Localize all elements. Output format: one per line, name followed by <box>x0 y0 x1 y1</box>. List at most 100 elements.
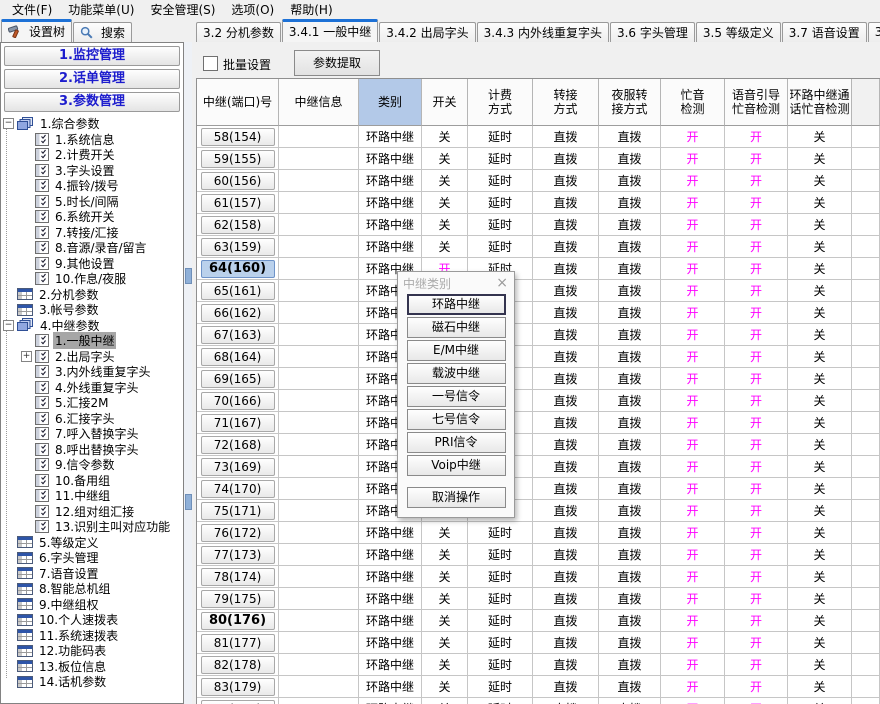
cell-night[interactable]: 直拨 <box>599 302 661 324</box>
cell-info[interactable] <box>279 148 359 170</box>
cell-voice_busy[interactable]: 开 <box>725 676 788 698</box>
cell-info[interactable] <box>279 280 359 302</box>
cell-no[interactable]: 62(158) <box>197 214 279 236</box>
cell-busy[interactable]: 开 <box>661 500 725 522</box>
cell-billing[interactable]: 延时 <box>468 566 533 588</box>
cell-billing[interactable]: 延时 <box>468 698 533 704</box>
cell-billing[interactable]: 延时 <box>468 148 533 170</box>
cell-info[interactable] <box>279 302 359 324</box>
tree-item-9.其他设置[interactable]: 9.其他设置 <box>1 256 183 272</box>
cell-voice_busy[interactable]: 开 <box>725 126 788 148</box>
cell-loop_busy[interactable]: 关 <box>788 566 852 588</box>
column-header-voice_busy[interactable]: 语音引导 忙音检测 <box>725 79 788 126</box>
cell-type[interactable]: 环路中继 <box>359 522 422 544</box>
cell-busy[interactable]: 开 <box>661 654 725 676</box>
cell-no[interactable]: 76(172) <box>197 522 279 544</box>
trunk-type-option-4[interactable]: 一号信令 <box>407 386 506 407</box>
cancel-operation-button[interactable]: 取消操作 <box>407 487 506 508</box>
cell-transfer[interactable]: 直拨 <box>533 126 599 148</box>
cell-type[interactable]: 环路中继 <box>359 654 422 676</box>
cell-voice_busy[interactable]: 开 <box>725 280 788 302</box>
cell-no[interactable]: 59(155) <box>197 148 279 170</box>
cell-info[interactable] <box>279 324 359 346</box>
cell-switch[interactable]: 关 <box>422 170 468 192</box>
cell-night[interactable]: 直拨 <box>599 412 661 434</box>
cell-loop_busy[interactable]: 关 <box>788 698 852 704</box>
cell-busy[interactable]: 开 <box>661 390 725 412</box>
cell-info[interactable] <box>279 368 359 390</box>
cell-info[interactable] <box>279 412 359 434</box>
cell-voice_busy[interactable]: 开 <box>725 544 788 566</box>
cell-info[interactable] <box>279 346 359 368</box>
cell-info[interactable] <box>279 456 359 478</box>
cell-switch[interactable]: 关 <box>422 654 468 676</box>
cell-transfer[interactable]: 直拨 <box>533 456 599 478</box>
cell-no[interactable]: 58(154) <box>197 126 279 148</box>
tab-search[interactable]: 搜索 <box>73 22 132 42</box>
tree-item-8.音源/录音/留言[interactable]: 8.音源/录音/留言 <box>1 240 183 256</box>
cell-info[interactable] <box>279 522 359 544</box>
cell-night[interactable]: 直拨 <box>599 456 661 478</box>
cell-busy[interactable]: 开 <box>661 214 725 236</box>
parameter-tab-4[interactable]: 3.6 字头管理 <box>610 22 695 42</box>
cell-transfer[interactable]: 直拨 <box>533 654 599 676</box>
cell-info[interactable] <box>279 434 359 456</box>
cell-type[interactable]: 环路中继 <box>359 610 422 632</box>
cell-night[interactable]: 直拨 <box>599 148 661 170</box>
trunk-port-button[interactable]: 84(180) <box>201 700 275 704</box>
cell-busy[interactable]: 开 <box>661 522 725 544</box>
cell-billing[interactable]: 延时 <box>468 610 533 632</box>
cell-switch[interactable]: 关 <box>422 214 468 236</box>
cell-billing[interactable]: 延时 <box>468 126 533 148</box>
trunk-type-option-1[interactable]: 磁石中继 <box>407 317 506 338</box>
cell-transfer[interactable]: 直拨 <box>533 324 599 346</box>
cell-busy[interactable]: 开 <box>661 302 725 324</box>
tree-item-11.中继组[interactable]: 11.中继组 <box>1 488 183 504</box>
tree-item-13.板位信息[interactable]: 13.板位信息 <box>1 659 183 675</box>
nav-button-1[interactable]: 1.监控管理 <box>4 46 180 66</box>
menu-item-2[interactable]: 安全管理(S) <box>142 0 223 20</box>
cell-loop_busy[interactable]: 关 <box>788 544 852 566</box>
cell-busy[interactable]: 开 <box>661 632 725 654</box>
cell-transfer[interactable]: 直拨 <box>533 390 599 412</box>
cell-night[interactable]: 直拨 <box>599 434 661 456</box>
cell-loop_busy[interactable]: 关 <box>788 412 852 434</box>
cell-switch[interactable]: 关 <box>422 544 468 566</box>
trunk-port-button[interactable]: 65(161) <box>201 282 275 300</box>
cell-voice_busy[interactable]: 开 <box>725 522 788 544</box>
cell-transfer[interactable]: 直拨 <box>533 500 599 522</box>
tree-item-10.备用组[interactable]: 10.备用组 <box>1 473 183 489</box>
cell-night[interactable]: 直拨 <box>599 346 661 368</box>
tree-item-9.信令参数[interactable]: 9.信令参数 <box>1 457 183 473</box>
trunk-port-button[interactable]: 79(175) <box>201 590 275 608</box>
cell-busy[interactable]: 开 <box>661 126 725 148</box>
trunk-port-button[interactable]: 81(177) <box>201 634 275 652</box>
tree-item-4.中继参数[interactable]: −4.中继参数 <box>1 318 183 334</box>
trunk-port-button[interactable]: 71(167) <box>201 414 275 432</box>
cell-no[interactable]: 68(164) <box>197 346 279 368</box>
tree-item-5.等级定义[interactable]: 5.等级定义 <box>1 535 183 551</box>
cell-night[interactable]: 直拨 <box>599 588 661 610</box>
column-header-transfer[interactable]: 转接 方式 <box>533 79 599 126</box>
tree-item-8.呼出替换字头[interactable]: 8.呼出替换字头 <box>1 442 183 458</box>
cell-no[interactable]: 80(176) <box>197 610 279 632</box>
tree-item-7.语音设置[interactable]: 7.语音设置 <box>1 566 183 582</box>
cell-transfer[interactable]: 直拨 <box>533 368 599 390</box>
trunk-type-option-7[interactable]: Voip中继 <box>407 455 506 476</box>
cell-no[interactable]: 61(157) <box>197 192 279 214</box>
cell-loop_busy[interactable]: 关 <box>788 632 852 654</box>
cell-voice_busy[interactable]: 开 <box>725 566 788 588</box>
cell-transfer[interactable]: 直拨 <box>533 588 599 610</box>
cell-type[interactable]: 环路中继 <box>359 698 422 704</box>
cell-switch[interactable]: 关 <box>422 236 468 258</box>
cell-loop_busy[interactable]: 关 <box>788 236 852 258</box>
cell-switch[interactable]: 关 <box>422 676 468 698</box>
cell-busy[interactable]: 开 <box>661 456 725 478</box>
cell-voice_busy[interactable]: 开 <box>725 258 788 280</box>
cell-info[interactable] <box>279 566 359 588</box>
cell-voice_busy[interactable]: 开 <box>725 368 788 390</box>
trunk-port-button[interactable]: 59(155) <box>201 150 275 168</box>
cell-billing[interactable]: 延时 <box>468 654 533 676</box>
cell-loop_busy[interactable]: 关 <box>788 478 852 500</box>
trunk-port-button[interactable]: 69(165) <box>201 370 275 388</box>
